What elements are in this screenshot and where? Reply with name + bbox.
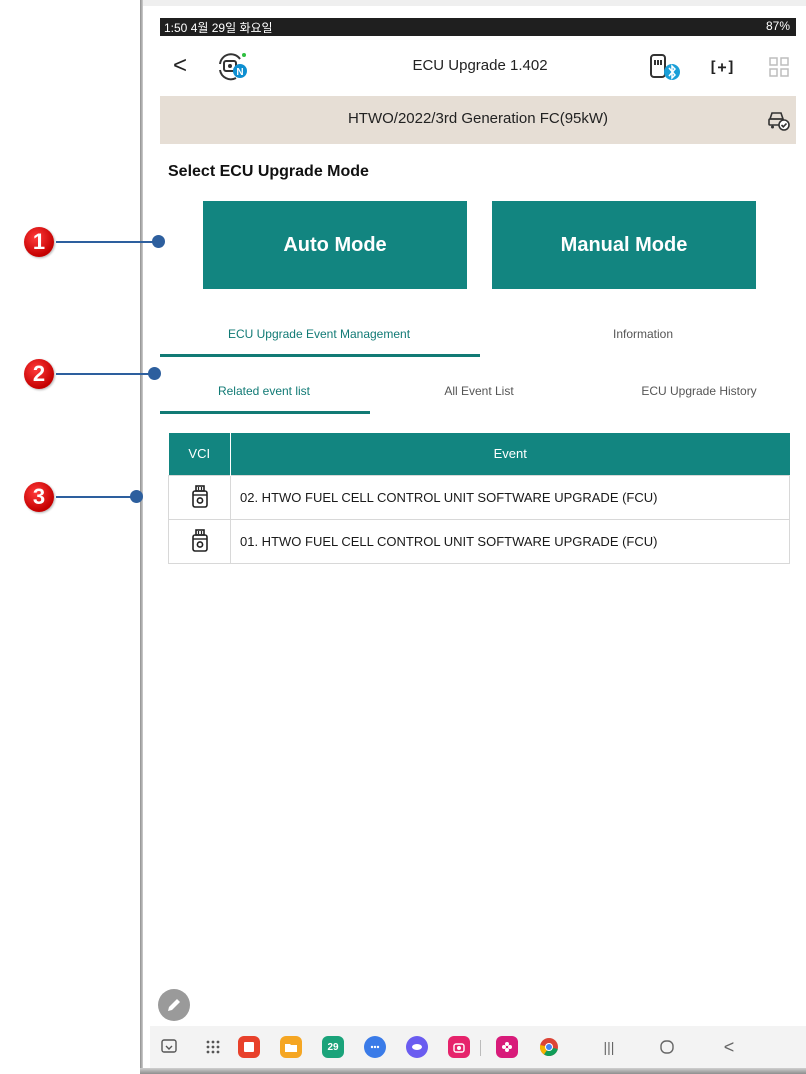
grid-icon	[769, 57, 789, 77]
android-nav-bar: 29 ||| <	[150, 1026, 806, 1068]
status-bar: 1:50 4월 29일 화요일 87%	[160, 18, 796, 36]
vehicle-banner: HTWO/2022/3rd Generation FC(95kW)	[160, 96, 796, 144]
chrome-app-icon[interactable]	[538, 1036, 560, 1058]
ecu-logo-icon: N	[214, 50, 250, 84]
svg-text:N: N	[236, 67, 243, 78]
vehicle-check-icon[interactable]	[766, 108, 790, 132]
screenshot-icon[interactable]	[158, 1036, 180, 1058]
device-frame-left	[140, 0, 143, 1074]
status-time: 1:50 4월 29일 화요일	[164, 21, 273, 35]
annotation-marker-3: 3	[24, 482, 54, 512]
event-table: VCI Event 02. HTWO FUEL CELL CONTROL UNI…	[168, 433, 790, 564]
internet-app-icon[interactable]	[406, 1036, 428, 1058]
auto-mode-button[interactable]: Auto Mode	[203, 201, 467, 289]
nav-back-button[interactable]: <	[718, 1036, 740, 1058]
page-title: ECU Upgrade 1.402	[412, 57, 548, 74]
edit-button[interactable]	[158, 989, 190, 1021]
column-header-event: Event	[230, 433, 790, 475]
subtab-related-event-list[interactable]: Related event list	[160, 384, 368, 398]
messages-app-icon[interactable]	[364, 1036, 386, 1058]
vehicle-name: HTWO/2022/3rd Generation FC(95kW)	[347, 110, 609, 127]
tab-information[interactable]: Information	[480, 327, 806, 341]
camera-app-icon[interactable]	[448, 1036, 470, 1058]
tab-event-management[interactable]: ECU Upgrade Event Management	[160, 327, 478, 341]
app-header: < N ECU Upgrade 1.402 [+]	[160, 44, 796, 90]
vci-device-icon	[191, 529, 208, 552]
annotation-dot-2	[148, 367, 161, 380]
annotation-pointer-3	[56, 496, 136, 498]
active-subtab-indicator	[160, 411, 370, 414]
annotation-marker-2: 2	[24, 359, 54, 389]
nav-divider	[480, 1040, 481, 1056]
table-header-row: VCI Event	[168, 433, 790, 475]
mode-heading: Select ECU Upgrade Mode	[168, 163, 369, 180]
notes-app-icon[interactable]	[238, 1036, 260, 1058]
calendar-app-icon[interactable]: 29	[322, 1036, 344, 1058]
flower-app-icon[interactable]	[496, 1036, 518, 1058]
app-drawer-icon[interactable]	[202, 1036, 224, 1058]
vci-cell	[168, 474, 231, 520]
back-button[interactable]: <	[166, 52, 194, 80]
device-frame-top	[140, 0, 806, 6]
annotation-dot-1	[152, 235, 165, 248]
table-row[interactable]: 01. HTWO FUEL CELL CONTROL UNIT SOFTWARE…	[168, 518, 790, 564]
vci-cell	[168, 518, 231, 564]
device-frame-bottom	[140, 1068, 806, 1074]
event-cell: 01. HTWO FUEL CELL CONTROL UNIT SOFTWARE…	[230, 518, 790, 564]
vci-device-icon	[191, 485, 208, 508]
event-cell: 02. HTWO FUEL CELL CONTROL UNIT SOFTWARE…	[230, 474, 790, 520]
annotation-pointer-2	[56, 373, 154, 375]
annotation-marker-1: 1	[24, 227, 54, 257]
expand-icon: [+]	[708, 58, 736, 76]
subtab-ecu-upgrade-history[interactable]: ECU Upgrade History	[592, 384, 806, 398]
files-app-icon[interactable]	[280, 1036, 302, 1058]
pencil-icon	[168, 999, 180, 1011]
active-tab-indicator	[160, 354, 480, 357]
expand-button[interactable]: [+]	[708, 54, 736, 80]
column-header-vci: VCI	[168, 433, 231, 475]
calendar-day: 29	[327, 1041, 339, 1053]
table-row[interactable]: 02. HTWO FUEL CELL CONTROL UNIT SOFTWARE…	[168, 474, 790, 520]
annotation-dot-3	[130, 490, 143, 503]
back-icon: <	[172, 52, 187, 79]
annotation-pointer-1	[56, 241, 158, 243]
battery-level: 87%	[765, 19, 790, 33]
recents-button[interactable]: |||	[594, 1036, 624, 1058]
home-button[interactable]	[656, 1036, 678, 1058]
subtab-all-event-list[interactable]: All Event List	[370, 384, 588, 398]
manual-mode-button[interactable]: Manual Mode	[492, 201, 756, 289]
vci-bluetooth-button[interactable]	[646, 50, 686, 84]
grid-menu-button[interactable]	[768, 56, 790, 78]
